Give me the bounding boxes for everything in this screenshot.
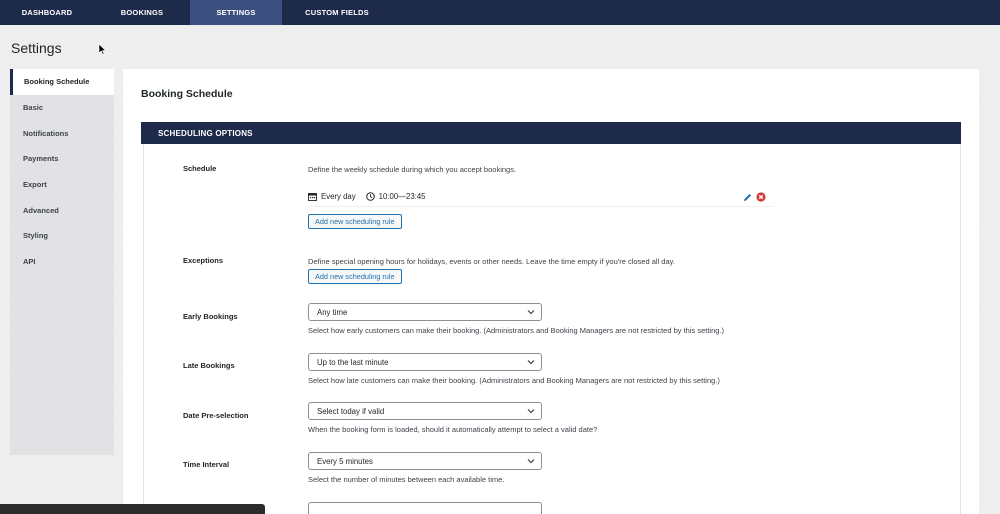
- time-interval-select[interactable]: Every 5 minutes: [308, 452, 542, 470]
- rule-actions: [743, 192, 766, 204]
- sidebar-item-payments[interactable]: Payments: [10, 146, 114, 172]
- date-preselection-description: When the booking form is loaded, should …: [308, 425, 598, 434]
- exceptions-label: Exceptions: [183, 256, 224, 265]
- early-bookings-value: Any time: [317, 307, 348, 317]
- settings-sidebar: Booking Schedule Basic Notifications Pay…: [10, 69, 114, 514]
- rule-time: 10:00—23:45: [378, 192, 426, 201]
- exceptions-description: Define special opening hours for holiday…: [308, 257, 675, 266]
- time-interval-description: Select the number of minutes between eac…: [308, 475, 505, 484]
- chevron-down-icon: [527, 310, 535, 315]
- late-bookings-description: Select how late customers can make their…: [308, 376, 720, 385]
- sidebar-item-notifications[interactable]: Notifications: [10, 120, 114, 147]
- chevron-down-icon: [527, 459, 535, 464]
- time-interval-label: Time Interval: [183, 460, 230, 469]
- tab-bookings[interactable]: BOOKINGS: [94, 0, 190, 25]
- top-navigation: DASHBOARD BOOKINGS SETTINGS CUSTOM FIELD…: [0, 0, 1000, 25]
- browser-status-bar: [0, 504, 265, 514]
- add-scheduling-rule-button[interactable]: Add new scheduling rule: [308, 214, 402, 229]
- add-exception-rule-button[interactable]: Add new scheduling rule: [308, 269, 402, 284]
- date-preselection-label: Date Pre-selection: [183, 411, 249, 420]
- schedule-label: Schedule: [183, 164, 217, 173]
- scheduling-rule: Every day 10:00—23:45: [308, 187, 774, 207]
- clock-icon: [365, 192, 375, 201]
- early-bookings-description: Select how early customers can make thei…: [308, 326, 725, 335]
- mouse-cursor-icon: [98, 43, 107, 55]
- tab-custom-fields[interactable]: CUSTOM FIELDS: [282, 0, 392, 25]
- chevron-down-icon: [527, 360, 535, 365]
- delete-icon[interactable]: [756, 192, 766, 204]
- date-preselection-select[interactable]: Select today if valid: [308, 402, 542, 420]
- rule-days: Every day: [321, 192, 356, 201]
- time-interval-value: Every 5 minutes: [317, 456, 373, 466]
- chevron-down-icon: [527, 409, 535, 414]
- date-preselection-value: Select today if valid: [317, 406, 385, 416]
- early-bookings-select[interactable]: Any time: [308, 303, 542, 321]
- schedule-description: Define the weekly schedule during which …: [308, 165, 517, 174]
- panel-title: SCHEDULING OPTIONS: [158, 128, 253, 138]
- early-bookings-label: Early Bookings: [183, 312, 238, 321]
- late-bookings-label: Late Bookings: [183, 361, 235, 370]
- tab-settings[interactable]: SETTINGS: [190, 0, 282, 25]
- late-bookings-select[interactable]: Up to the last minute: [308, 353, 542, 371]
- panel-header: SCHEDULING OPTIONS: [141, 122, 961, 144]
- late-bookings-value: Up to the last minute: [317, 357, 389, 367]
- main-content: Booking Schedule SCHEDULING OPTIONS Sche…: [123, 69, 979, 514]
- sidebar-fill: [10, 274, 114, 455]
- sidebar-item-styling[interactable]: Styling: [10, 223, 114, 249]
- sidebar-item-advanced[interactable]: Advanced: [10, 197, 114, 224]
- tab-dashboard[interactable]: DASHBOARD: [0, 0, 94, 25]
- section-title: Booking Schedule: [141, 88, 233, 100]
- sidebar-item-export[interactable]: Export: [10, 171, 114, 198]
- sidebar-item-api[interactable]: API: [10, 248, 114, 275]
- sidebar-item-basic[interactable]: Basic: [10, 94, 114, 121]
- edit-icon[interactable]: [743, 193, 752, 204]
- next-setting-select[interactable]: [308, 502, 542, 514]
- sidebar-item-booking-schedule[interactable]: Booking Schedule: [10, 69, 114, 95]
- panel-body: Schedule Define the weekly schedule duri…: [143, 144, 961, 514]
- calendar-icon: [308, 192, 317, 201]
- page-title: Settings: [11, 40, 62, 56]
